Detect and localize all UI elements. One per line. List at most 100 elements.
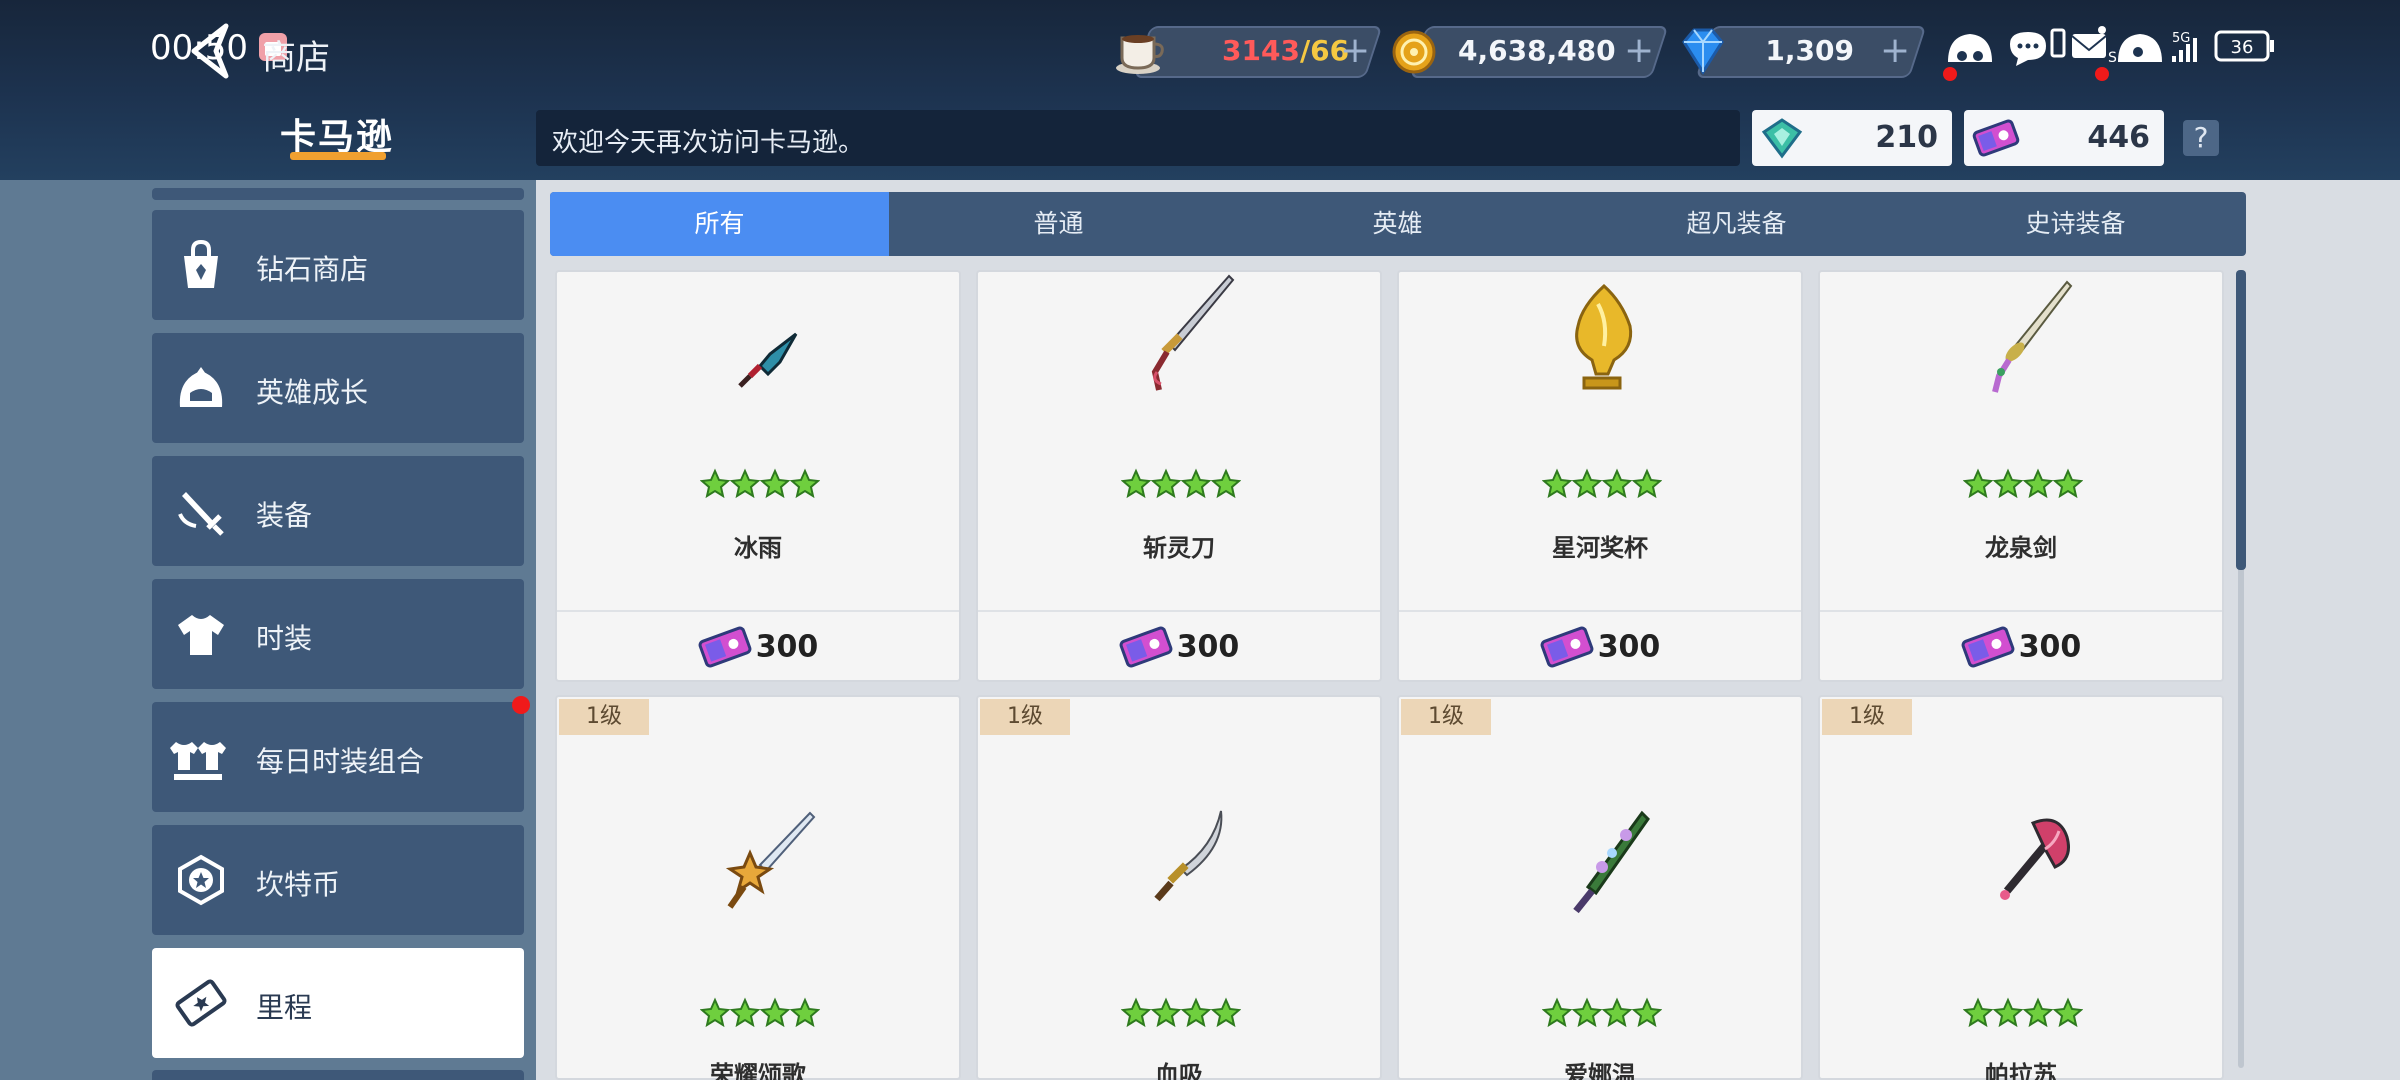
mileage-counter: 446	[1964, 110, 2164, 166]
price-value: 300	[2018, 629, 2082, 665]
sidebar-item-diamond-shop[interactable]: 钻石商店	[152, 210, 524, 320]
level-badge: 1级	[1822, 699, 1912, 735]
dagger-item-icon	[738, 332, 798, 388]
sidebar-item-label: 钻石商店	[256, 253, 369, 286]
item-name: 冰雨	[734, 534, 782, 562]
coffee-cup-icon	[1116, 35, 1164, 74]
mileage-ticket-icon	[1540, 626, 1594, 668]
rating-stars	[700, 997, 820, 1028]
price-value: 300	[1176, 629, 1240, 665]
vine-sword-item-icon	[1573, 810, 1650, 914]
mileage-ticket-icon	[1119, 626, 1173, 668]
price-value: 300	[1597, 629, 1661, 665]
sidebar-item-label: 坎特币	[256, 868, 341, 901]
item-price[interactable]: 300	[557, 624, 959, 670]
item-price[interactable]: 300	[978, 624, 1380, 670]
mail-icon	[2071, 26, 2109, 81]
sidebar-item-mileage[interactable]: 里程	[152, 948, 524, 1058]
system-status-icons: S 5G 36	[1943, 26, 2274, 81]
rapier-item-icon	[1992, 280, 2073, 393]
green-token-counter: 210	[1752, 110, 1952, 166]
scrollbar-thumb[interactable]	[2236, 270, 2246, 570]
add-gem-button[interactable]: +	[1880, 30, 1910, 71]
level-badge: 1级	[980, 699, 1070, 735]
card-divider	[978, 610, 1380, 612]
shop-item-card[interactable]: 龙泉剑 300	[1818, 270, 2224, 682]
rating-stars	[1121, 468, 1241, 499]
gold-coin-icon	[1392, 30, 1436, 74]
tab-hero[interactable]: 英雄	[1228, 192, 1567, 256]
item-price[interactable]: 300	[1820, 624, 2222, 670]
shop-item-card[interactable]: 1级 血吸	[976, 695, 1382, 1080]
card-divider	[1820, 610, 2222, 612]
item-name: 血吸	[1155, 1061, 1203, 1080]
katana-item-icon	[1151, 274, 1235, 391]
shopping-bag-icon	[184, 239, 218, 288]
back-arrow-icon[interactable]	[186, 22, 236, 80]
tab-transcendent[interactable]: 超凡装备	[1567, 192, 1906, 256]
item-name: 斩灵刀	[1143, 534, 1215, 562]
gold-resource[interactable]: 4,638,480 +	[1388, 22, 1669, 82]
mileage-value: 446	[2087, 120, 2150, 155]
sidebar-item-label: 里程	[256, 991, 313, 1024]
add-stamina-button[interactable]: +	[1340, 30, 1370, 71]
sidebar-item-costume[interactable]: 时装	[152, 579, 524, 689]
hero-helmet-icon	[179, 367, 223, 407]
mileage-ticket-icon	[1972, 119, 2020, 157]
sidebar-scroll-edge	[152, 188, 524, 200]
shop-item-card[interactable]: 冰雨 300	[555, 270, 961, 682]
item-name: 星河奖杯	[1552, 534, 1648, 562]
battery-icon: 36	[2214, 30, 2274, 62]
app-notification-icon	[1943, 34, 1992, 81]
stamina-current: 3143	[1222, 34, 1300, 67]
sidebar-item-daily-costume-set[interactable]: 每日时装组合	[152, 702, 524, 812]
svg-text:S: S	[2108, 50, 2117, 66]
rating-stars	[1963, 468, 2083, 499]
help-button[interactable]: ?	[2183, 120, 2219, 156]
shop-item-card[interactable]: 1级 爱娜温	[1397, 695, 1803, 1080]
sidebar-item-label: 每日时装组合	[256, 745, 425, 778]
sidebar-item-equipment[interactable]: 装备	[152, 456, 524, 566]
logo-underline	[290, 152, 386, 160]
rating-stars	[1542, 468, 1662, 499]
sidebar-item-kant-coin[interactable]: 坎特币	[152, 825, 524, 935]
item-name: 爱娜温	[1564, 1061, 1636, 1080]
shop-item-card[interactable]: 斩灵刀 300	[976, 270, 1382, 682]
rating-stars	[1963, 997, 2083, 1028]
add-gold-button[interactable]: +	[1624, 30, 1654, 71]
star-sword-item-icon	[725, 811, 816, 909]
tab-normal[interactable]: 普通	[889, 192, 1228, 256]
costume-set-icon	[170, 742, 226, 780]
sidebar-item-partial[interactable]	[152, 1070, 524, 1080]
green-token-value: 210	[1875, 120, 1938, 155]
rating-stars	[700, 468, 820, 499]
stamina-resource[interactable]: 3143/66 +	[1112, 22, 1383, 82]
shop-item-card[interactable]: 1级 帕拉苏	[1818, 695, 2224, 1080]
chat-bubble-icon	[2010, 32, 2046, 66]
phone-icon	[2050, 28, 2066, 58]
item-name: 龙泉剑	[1985, 534, 2057, 562]
notification-dot	[512, 696, 530, 714]
gem-resource[interactable]: 1,309 +	[1674, 22, 1927, 82]
tab-epic[interactable]: 史诗装备	[1906, 192, 2245, 256]
ticket-icon	[175, 979, 227, 1027]
rating-stars	[1121, 997, 1241, 1028]
item-name: 荣耀颂歌	[710, 1061, 806, 1080]
sidebar-item-hero-growth[interactable]: 英雄成长	[152, 333, 524, 443]
gold-value: 4,638,480	[1458, 34, 1616, 67]
shop-item-card[interactable]: 1级 荣耀颂歌	[555, 695, 961, 1080]
sidebar-item-label: 装备	[256, 499, 313, 532]
item-price[interactable]: 300	[1399, 624, 1801, 670]
game-app-icon	[2118, 34, 2162, 62]
blue-gem-icon	[1682, 28, 1724, 75]
axe-item-icon	[2000, 818, 2070, 900]
shop-item-card[interactable]: 星河奖杯 300	[1397, 270, 1803, 682]
price-value: 300	[755, 629, 819, 665]
card-divider	[1399, 610, 1801, 612]
tab-all[interactable]: 所有	[550, 192, 889, 256]
level-badge: 1级	[559, 699, 649, 735]
sidebar-item-label: 时装	[256, 622, 313, 655]
mileage-ticket-icon	[1961, 626, 2015, 668]
battery-level: 36	[2231, 37, 2254, 58]
card-divider	[557, 610, 959, 612]
